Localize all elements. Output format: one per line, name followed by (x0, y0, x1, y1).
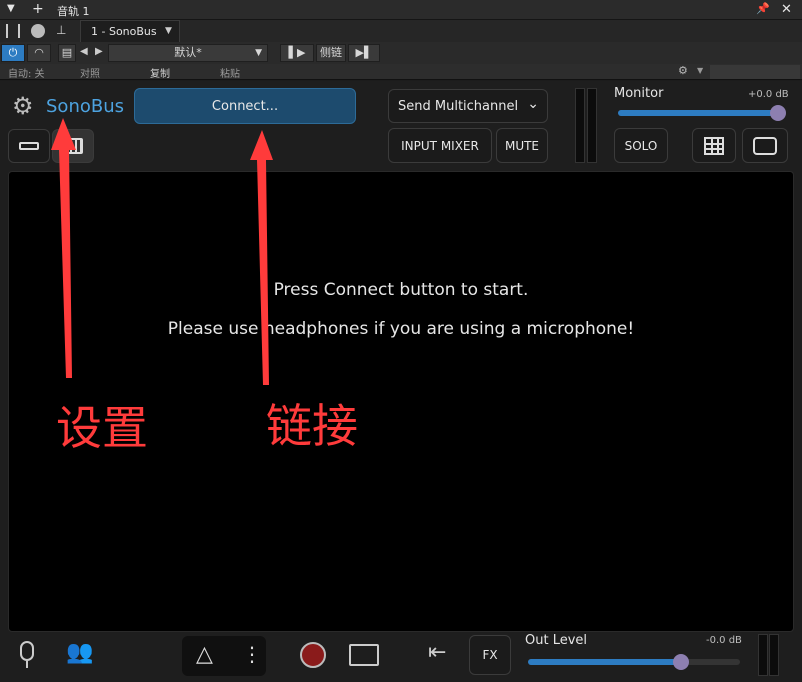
connect-button[interactable]: Connect... (134, 88, 356, 124)
monitor-slider[interactable] (618, 105, 786, 121)
out-level-label: Out Level (525, 633, 588, 648)
multi-view-button[interactable] (52, 129, 94, 163)
sidechain-out-button[interactable]: ▶▌ (348, 44, 380, 62)
power-button[interactable]: ⏻ (1, 44, 25, 62)
host-title-bar: ▼ + 音轨 1 📌 ✕ (0, 0, 802, 20)
out-level-slider-fill (528, 659, 681, 665)
host-track-row: ⊥ 1 - SonoBus ▼ (0, 20, 802, 42)
chat-icon (753, 136, 777, 155)
pin-icon[interactable]: 📌 (756, 2, 770, 15)
peers-icon[interactable]: 👥 (66, 640, 93, 665)
monitor-slider-fill (618, 110, 778, 116)
routing-icon[interactable]: ⊥ (56, 23, 66, 37)
add-icon[interactable]: + (32, 1, 44, 17)
out-level-value: -0.0 dB (706, 635, 742, 646)
preset-dropdown-icon: ▼ (255, 48, 262, 58)
chevron-down-icon: ⌄ (527, 96, 539, 112)
output-level-meter-left (758, 634, 768, 676)
input-level-meter-right (587, 88, 597, 163)
dial-icon[interactable] (31, 24, 45, 38)
plugin-tab-label: 1 - SonoBus (91, 25, 157, 38)
monitor-label: Monitor (614, 86, 664, 101)
start-message: Press Connect button to start. (273, 280, 529, 300)
microphone-icon[interactable] (20, 641, 34, 661)
mute-button[interactable]: MUTE (496, 128, 548, 163)
settings-dropdown-icon[interactable]: ▼ (697, 66, 703, 75)
mixer-icon[interactable] (6, 24, 20, 38)
connect-annotation: 链接 (266, 399, 358, 453)
preset-name: 默认* (174, 46, 202, 59)
gear-icon[interactable]: ⚙ (678, 64, 688, 77)
headphones-message: Please use headphones if you are using a… (167, 319, 635, 339)
multi-view-icon (63, 138, 83, 154)
solo-label: SOLO (624, 138, 658, 153)
sidechain-button[interactable]: 侧链 (316, 44, 346, 62)
chat-button[interactable] (742, 128, 788, 163)
more-options-icon[interactable]: ⋮ (242, 642, 262, 666)
input-mixer-label: INPUT MIXER (401, 138, 479, 153)
fx-label: FX (482, 648, 498, 662)
menu-chevron-icon[interactable]: ▼ (7, 3, 15, 14)
microphone-stand-icon (26, 661, 28, 668)
host-control-row: ⏻ ◠ ▤ ◀ ▶ 默认* ▼ ▌▶ 侧链 ▶▌ (0, 42, 802, 64)
fx-button[interactable]: FX (469, 635, 511, 675)
metronome-icon[interactable]: △ (196, 642, 213, 667)
metronome-panel: △ ⋮ (182, 636, 266, 676)
skip-to-start-icon[interactable]: ⇤ (428, 640, 446, 665)
plugin-tab[interactable]: 1 - SonoBus ▼ (80, 20, 180, 42)
grid-layout-button[interactable] (692, 128, 736, 163)
sidechain-in-button[interactable]: ▌▶ (280, 44, 314, 62)
preset-next-icon[interactable]: ▶ (95, 46, 103, 57)
single-view-button[interactable] (8, 129, 50, 163)
connect-label: Connect... (211, 98, 279, 114)
close-icon[interactable]: ✕ (781, 2, 792, 17)
host-field[interactable] (710, 65, 800, 79)
compare-button[interactable]: 对照 (80, 65, 100, 80)
folder-icon[interactable] (349, 644, 379, 666)
copy-button[interactable]: 复制 (150, 65, 170, 80)
input-mixer-button[interactable]: INPUT MIXER (388, 128, 492, 163)
record-button[interactable] (300, 642, 326, 668)
paste-button[interactable]: 粘贴 (220, 65, 240, 80)
send-mode-select[interactable]: Send Multichannel ⌄ (388, 89, 548, 123)
preset-save-button[interactable]: ▤ (58, 44, 76, 62)
preset-select[interactable]: 默认* ▼ (108, 44, 268, 62)
grid-icon (704, 136, 724, 155)
settings-annotation: 设置 (56, 401, 148, 455)
preset-prev-icon[interactable]: ◀ (80, 46, 88, 57)
gear-icon[interactable]: ⚙ (12, 94, 34, 118)
host-label-row: 自动: 关 对照 复制 粘贴 ⚙ ▼ (0, 64, 802, 80)
bypass-button[interactable]: ◠ (27, 44, 51, 62)
tab-dropdown-icon[interactable]: ▼ (165, 26, 172, 36)
auto-toggle[interactable]: 自动: 关 (8, 65, 45, 80)
track-title: 音轨 1 (57, 5, 90, 18)
out-level-slider[interactable] (528, 654, 740, 670)
monitor-value: +0.0 dB (748, 89, 789, 100)
sidechain-label: 侧链 (320, 46, 342, 59)
send-mode-label: Send Multichannel (398, 98, 519, 114)
mute-label: MUTE (504, 138, 540, 153)
input-level-meter-left (575, 88, 585, 163)
single-view-icon (19, 142, 39, 150)
monitor-slider-knob[interactable] (770, 105, 786, 121)
solo-button[interactable]: SOLO (614, 128, 668, 163)
app-name: SonoBus (46, 96, 124, 117)
out-level-slider-knob[interactable] (672, 654, 689, 670)
output-level-meter-right (769, 634, 779, 676)
